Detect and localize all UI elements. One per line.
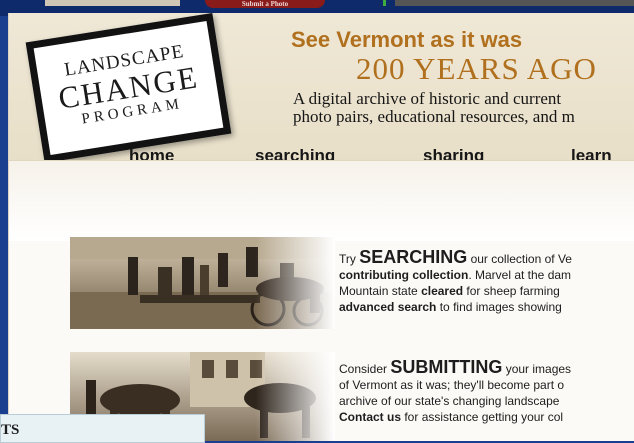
strip-photo-right [395,0,634,6]
overlay-panel-text: TS [1,422,20,438]
header-banner [9,160,634,241]
advanced-search-link[interactable]: advanced search [339,300,436,314]
submitting-line1-suffix: your images [502,362,572,376]
header: LANDSCAPE CHANGE PROGRAM See Vermont as … [9,13,634,165]
submitting-line1-prefix: Consider [339,362,391,376]
searching-line1-prefix: Try [339,252,360,266]
submitting-line4-rest: for assistance getting your col [401,410,564,424]
searching-line1: Try SEARCHING our collection of Ve [339,247,634,267]
submitting-line4: Contact us for assistance getting your c… [339,409,634,425]
contributing-collection-link[interactable]: contributing collection [339,268,468,282]
submitting-description: Consider SUBMITTING your images of Vermo… [339,357,634,425]
strip-divider [383,0,386,6]
submitting-line1: Consider SUBMITTING your images [339,357,634,377]
searching-line1-suffix: our collection of Ve [467,252,572,266]
searching-line3: Mountain state cleared for sheep farming [339,283,634,299]
cleared-text: cleared [421,284,464,298]
searching-line3-suffix: for sheep farming [463,284,560,298]
historic-street-photo[interactable] [70,237,335,329]
searching-line3-prefix: Mountain state [339,284,422,298]
tagline: A digital archive of historic and curren… [293,90,575,126]
headline: See Vermont as it was [291,27,523,52]
searching-line2: contributing collection. Marvel at the d… [339,267,634,283]
searching-keyword[interactable]: SEARCHING [359,247,467,267]
page: LANDSCAPE CHANGE PROGRAM See Vermont as … [8,13,634,441]
searching-line4: advanced search to find images showing [339,299,634,315]
strip-photo-left [45,0,180,6]
searching-line4-rest: to find images showing [436,300,562,314]
contact-us-link[interactable]: Contact us [339,410,401,424]
searching-description: Try SEARCHING our collection of Ve contr… [339,247,634,315]
landscape-change-logo[interactable]: LANDSCAPE CHANGE PROGRAM [25,13,232,164]
tagline-line2: photo pairs, educational resources, and … [293,107,575,126]
submitting-line3: archive of our state's changing landscap… [339,394,560,408]
tagline-line1: A digital archive of historic and curren… [293,89,562,108]
submitting-keyword[interactable]: SUBMITTING [390,357,502,377]
searching-line2-rest: . Marvel at the dam [468,268,572,282]
overlay-panel[interactable]: TS [0,414,205,443]
headline-years: 200 YEARS AGO [356,51,597,86]
submit-photo-tab[interactable]: Submit a Photo [205,0,325,8]
submitting-line2: of Vermont as it was; they'll become par… [339,378,565,392]
